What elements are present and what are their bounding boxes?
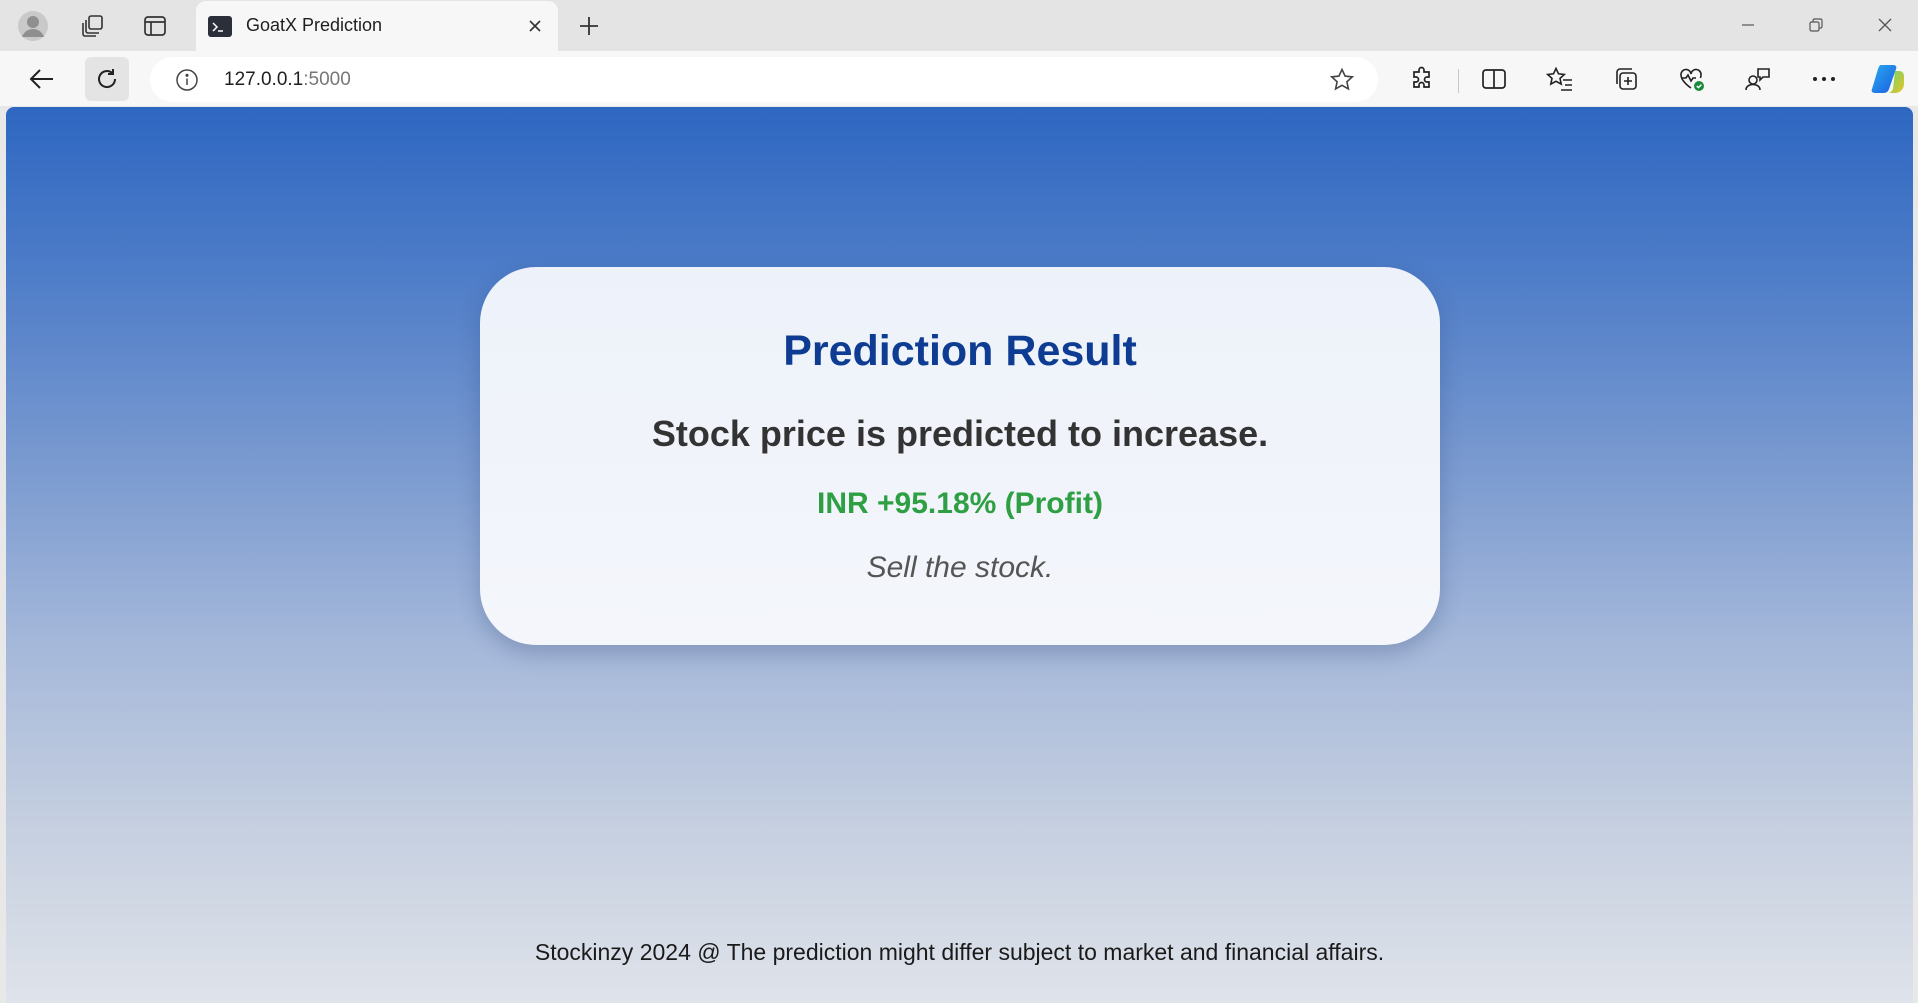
close-window-button[interactable] (1857, 4, 1913, 46)
heart-pulse-icon (1680, 68, 1704, 91)
feedback-button[interactable] (1736, 57, 1780, 101)
browser-toolbar: 127.0.0.1:5000 (0, 51, 1918, 106)
extensions-button[interactable] (1400, 57, 1444, 101)
plus-icon (580, 17, 598, 35)
minimize-button[interactable] (1720, 4, 1776, 46)
back-arrow-icon (29, 69, 53, 89)
workspaces-icon[interactable] (74, 7, 112, 45)
url-port: :5000 (303, 69, 351, 90)
favorites-list-icon (1546, 66, 1572, 91)
favorites-button[interactable] (1538, 57, 1582, 101)
puzzle-icon (1413, 66, 1430, 88)
back-button[interactable] (20, 57, 64, 101)
tab-goatx-prediction[interactable]: GoatX Prediction (196, 1, 558, 51)
favorite-star-icon[interactable] (1328, 67, 1356, 93)
restore-icon (1809, 18, 1823, 32)
collections-button[interactable] (1604, 57, 1648, 101)
minimize-icon (1742, 24, 1754, 26)
feedback-icon (1745, 68, 1770, 91)
tab-title: GoatX Prediction (246, 15, 383, 35)
site-info-icon[interactable] (174, 67, 200, 93)
restore-button[interactable] (1788, 4, 1844, 46)
profile-avatar-icon[interactable] (14, 7, 52, 45)
toolbar-divider (1458, 69, 1459, 93)
terminal-favicon-icon (208, 16, 232, 37)
tab-close-icon[interactable] (522, 13, 548, 39)
settings-more-button[interactable] (1802, 57, 1846, 101)
browser-tab-bar: GoatX Prediction (0, 0, 1918, 51)
new-tab-button[interactable] (570, 7, 608, 45)
refresh-icon (98, 69, 117, 88)
page-footer: Stockinzy 2024 @ The prediction might di… (534, 939, 1385, 965)
vertical-tabs-icon[interactable] (136, 7, 174, 45)
copilot-icon (1871, 65, 1904, 93)
more-dots-icon (1813, 77, 1835, 81)
browser-essentials-button[interactable] (1670, 57, 1714, 101)
address-bar[interactable]: 127.0.0.1:5000 (150, 57, 1378, 102)
url-text[interactable]: 127.0.0.1:5000 (224, 69, 351, 91)
collections-icon (1616, 68, 1637, 90)
url-host: 127.0.0.1 (224, 69, 304, 90)
close-icon (1878, 18, 1892, 32)
split-screen-icon (1482, 69, 1506, 89)
prediction-result-card: Prediction Result Stock price is predict… (480, 267, 1440, 645)
copilot-button[interactable] (1866, 57, 1910, 101)
result-title: Prediction Result (783, 327, 1137, 375)
refresh-button[interactable] (85, 57, 129, 101)
profit-percentage: INR +95.18% (Profit) (817, 487, 1103, 520)
split-screen-button[interactable] (1472, 57, 1516, 101)
page-viewport: Prediction Result Stock price is predict… (6, 107, 1913, 1003)
trade-advice: Sell the stock. (866, 551, 1054, 584)
prediction-statement: Stock price is predicted to increase. (651, 413, 1269, 454)
